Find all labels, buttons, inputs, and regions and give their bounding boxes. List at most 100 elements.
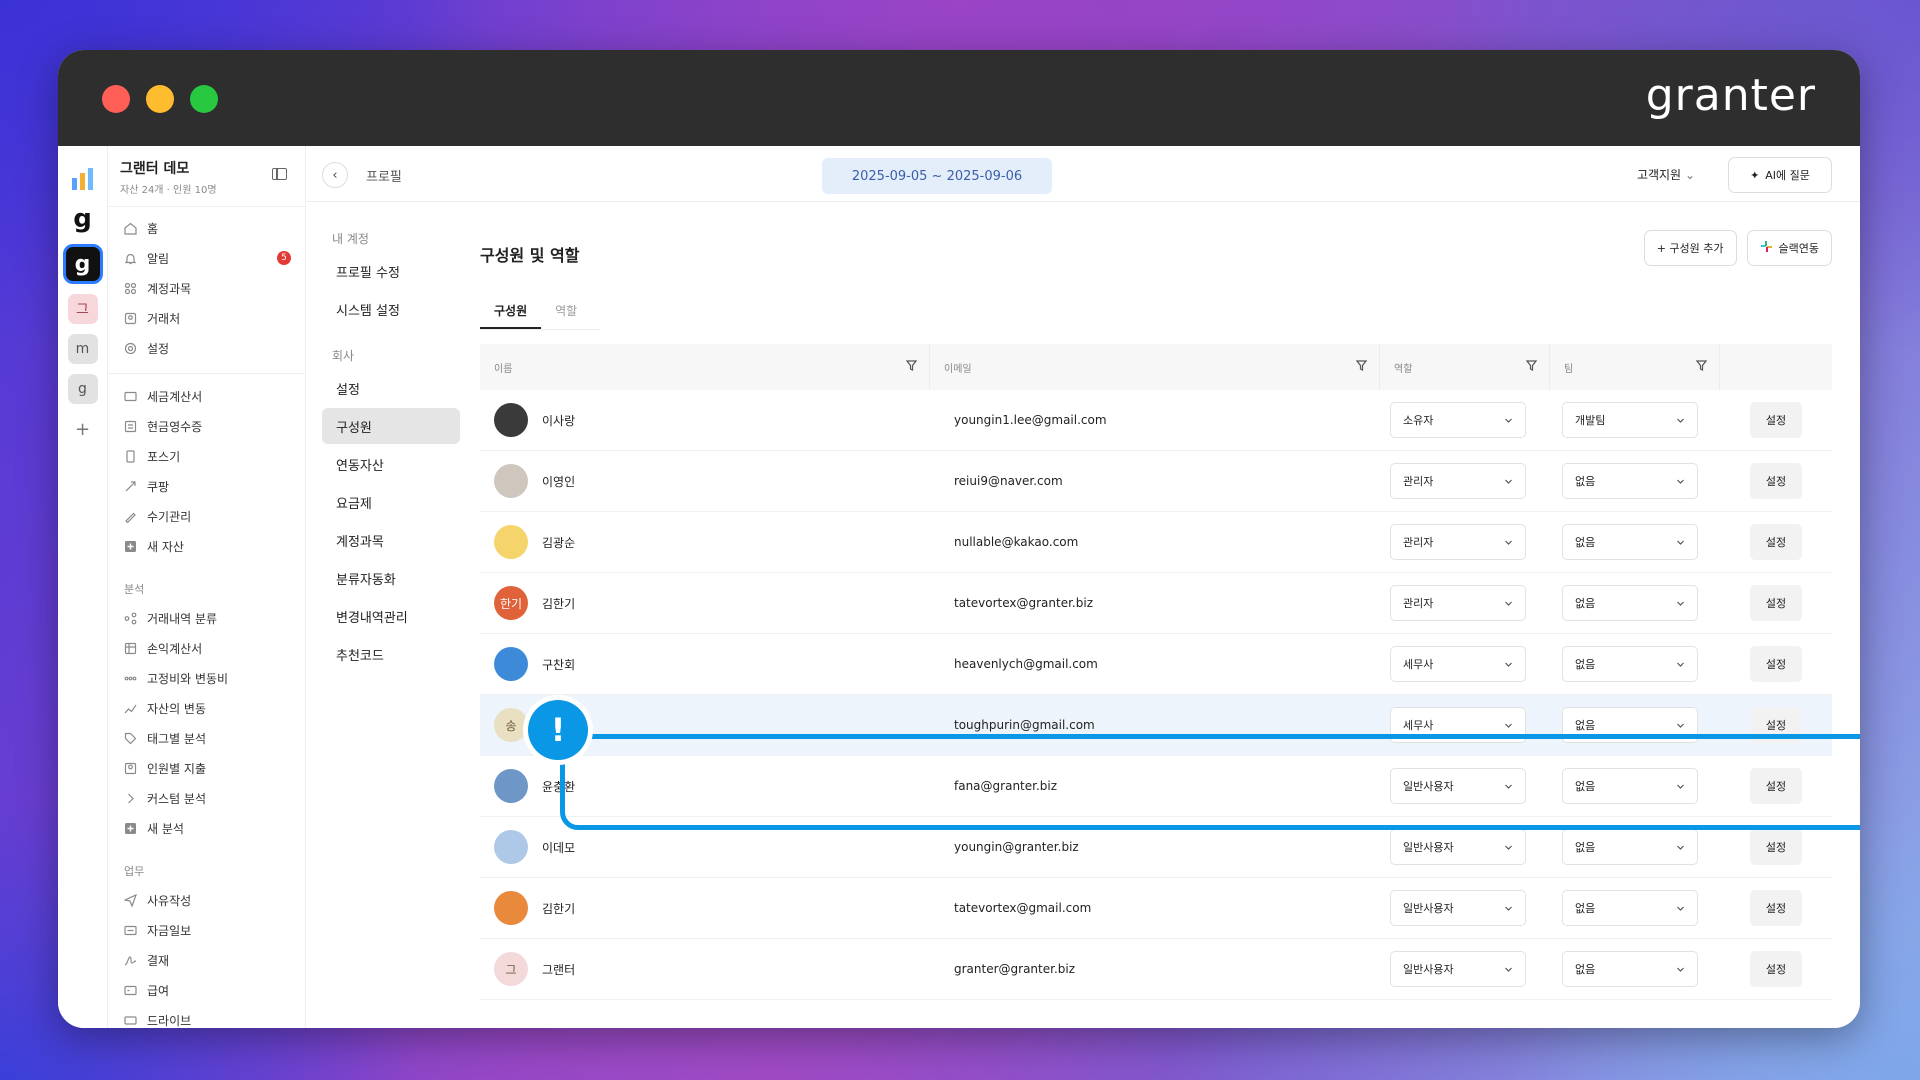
sidebar-item[interactable]: 홈 — [108, 213, 305, 243]
filter-icon[interactable] — [1356, 360, 1367, 371]
add-workspace-button[interactable]: + — [68, 414, 98, 444]
team-select[interactable]: 없음 — [1562, 463, 1698, 499]
settings-nav-item[interactable]: 분류자동화 — [322, 560, 460, 596]
workspace-active[interactable]: g — [62, 244, 103, 284]
tab-members[interactable]: 구성원 — [480, 296, 542, 329]
sidebar-item[interactable]: 커스텀 분석 — [108, 783, 305, 813]
sidebar-item[interactable]: 세금계산서 — [108, 381, 305, 411]
sidebar-item[interactable]: 새 분석 — [108, 813, 305, 843]
settings-nav-item[interactable]: 계정과목 — [322, 522, 460, 558]
sidebar-item-label: 자산의 변동 — [147, 701, 207, 716]
tab-roles[interactable]: 역할 — [541, 296, 591, 329]
role-select[interactable]: 일반사용자 — [1390, 890, 1526, 926]
workspace-g-small[interactable]: g — [67, 374, 98, 404]
team-select[interactable]: 없음 — [1562, 707, 1698, 743]
main-area: ‹ 프로필 2025-09-05 ~ 2025-09-06 고객지원 ⌄ ✦ A… — [306, 146, 1860, 1028]
workspace-g[interactable]: g — [68, 204, 98, 234]
settings-nav-item[interactable]: 변경내역관리 — [322, 598, 460, 634]
member-settings-button[interactable]: 설정 — [1750, 951, 1802, 987]
maximize-window-button[interactable] — [190, 85, 218, 113]
team-select[interactable]: 없음 — [1562, 646, 1698, 682]
member-settings-button[interactable]: 설정 — [1750, 463, 1802, 499]
member-settings-button[interactable]: 설정 — [1750, 768, 1802, 804]
slack-connect-button[interactable]: 슬랙연동 — [1746, 230, 1832, 266]
role-select[interactable]: 세무사 — [1390, 707, 1526, 743]
table-row[interactable]: 한기 김한기 tatevortex@granter.biz 관리자 없음 설정 — [480, 573, 1832, 634]
table-row[interactable]: 이영인 reiui9@naver.com 관리자 없음 설정 — [480, 451, 1832, 512]
sidebar-item[interactable]: 사유작성 — [108, 885, 305, 915]
table-row[interactable]: 김광순 nullable@kakao.com 관리자 없음 설정 — [480, 512, 1832, 573]
sidebar-item-label: 커스텀 분석 — [147, 791, 207, 806]
table-row[interactable]: 구찬회 heavenlych@gmail.com 세무사 없음 설정 — [480, 634, 1832, 695]
team-select[interactable]: 없음 — [1562, 524, 1698, 560]
sidebar-item[interactable]: 현금영수증 — [108, 411, 305, 441]
role-select[interactable]: 일반사용자 — [1390, 768, 1526, 804]
role-select[interactable]: 관리자 — [1390, 585, 1526, 621]
settings-nav-item[interactable]: 프로필 수정 — [322, 253, 460, 289]
team-select[interactable]: 없음 — [1562, 585, 1698, 621]
role-select[interactable]: 관리자 — [1390, 463, 1526, 499]
settings-nav-item[interactable]: 설정 — [322, 370, 460, 406]
sidebar-item[interactable]: 결재 — [108, 945, 305, 975]
sidebar-item[interactable]: 태그별 분석 — [108, 723, 305, 753]
sidebar-item[interactable]: 쿠팡 — [108, 471, 305, 501]
sidebar-item[interactable]: 자산의 변동 — [108, 693, 305, 723]
support-menu[interactable]: 고객지원 ⌄ — [1637, 166, 1695, 183]
member-settings-button[interactable]: 설정 — [1750, 524, 1802, 560]
member-settings-button[interactable]: 설정 — [1750, 829, 1802, 865]
settings-nav-item[interactable]: 요금제 — [322, 484, 460, 520]
sidebar-item[interactable]: 계정과목 — [108, 273, 305, 303]
settings-nav-item[interactable]: 구성원 — [322, 408, 460, 444]
sidebar-item[interactable]: 포스기 — [108, 441, 305, 471]
sidebar-item[interactable]: 새 자산 — [108, 531, 305, 561]
role-select[interactable]: 관리자 — [1390, 524, 1526, 560]
team-select[interactable]: 개발팀 — [1562, 402, 1698, 438]
sidebar-item[interactable]: 설정 — [108, 333, 305, 363]
team-select[interactable]: 없음 — [1562, 890, 1698, 926]
close-window-button[interactable] — [102, 85, 130, 113]
minimize-window-button[interactable] — [146, 85, 174, 113]
table-row[interactable]: 김한기 tatevortex@gmail.com 일반사용자 없음 설정 — [480, 878, 1832, 939]
role-select[interactable]: 소유자 — [1390, 402, 1526, 438]
table-row[interactable]: 송 송인희 toughpurin@gmail.com 세무사 없음 설정 — [480, 695, 1832, 756]
workspace-granter[interactable]: 그 — [67, 294, 98, 324]
table-row[interactable]: 이데모 youngin@granter.biz 일반사용자 없음 설정 — [480, 817, 1832, 878]
sidebar-toggle-icon[interactable] — [272, 168, 287, 180]
settings-nav-item[interactable]: 연동자산 — [322, 446, 460, 482]
settings-nav-item[interactable]: 시스템 설정 — [322, 291, 460, 327]
ask-ai-button[interactable]: ✦ AI에 질문 — [1728, 157, 1832, 193]
sidebar-item[interactable]: 자금일보 — [108, 915, 305, 945]
add-member-button[interactable]: + 구성원 추가 — [1643, 230, 1737, 266]
filter-icon[interactable] — [906, 360, 917, 371]
sidebar-item[interactable]: 인원별 지출 — [108, 753, 305, 783]
role-select[interactable]: 일반사용자 — [1390, 829, 1526, 865]
table-row[interactable]: 윤충환 fana@granter.biz 일반사용자 없음 설정 — [480, 756, 1832, 817]
role-select[interactable]: 일반사용자 — [1390, 951, 1526, 987]
sidebar-item[interactable]: 수기관리 — [108, 501, 305, 531]
member-settings-button[interactable]: 설정 — [1750, 707, 1802, 743]
table-row[interactable]: 그 그랜터 granter@granter.biz 일반사용자 없음 설정 — [480, 939, 1832, 1000]
back-button[interactable]: ‹ — [322, 162, 348, 188]
member-settings-button[interactable]: 설정 — [1750, 402, 1802, 438]
member-settings-button[interactable]: 설정 — [1750, 585, 1802, 621]
sidebar-item[interactable]: 드라이브 — [108, 1005, 305, 1028]
bar-chart-logo-icon[interactable] — [68, 164, 98, 194]
team-select[interactable]: 없음 — [1562, 768, 1698, 804]
member-settings-button[interactable]: 설정 — [1750, 890, 1802, 926]
settings-nav-item[interactable]: 추천코드 — [322, 636, 460, 672]
sidebar-item[interactable]: 알림 5 — [108, 243, 305, 273]
team-select[interactable]: 없음 — [1562, 951, 1698, 987]
sidebar-item[interactable]: 손익계산서 — [108, 633, 305, 663]
team-select[interactable]: 없음 — [1562, 829, 1698, 865]
role-select[interactable]: 세무사 — [1390, 646, 1526, 682]
sidebar-item[interactable]: 급여 — [108, 975, 305, 1005]
sidebar-item[interactable]: 거래내역 분류 — [108, 603, 305, 633]
workspace-m[interactable]: m — [67, 334, 98, 364]
member-settings-button[interactable]: 설정 — [1750, 646, 1802, 682]
table-row[interactable]: 이사랑 youngin1.lee@gmail.com 소유자 개발팀 설정 — [480, 390, 1832, 451]
filter-icon[interactable] — [1696, 360, 1707, 371]
sidebar-item[interactable]: 거래처 — [108, 303, 305, 333]
sidebar-item[interactable]: 고정비와 변동비 — [108, 663, 305, 693]
filter-icon[interactable] — [1526, 360, 1537, 371]
date-range-picker[interactable]: 2025-09-05 ~ 2025-09-06 — [822, 158, 1052, 194]
